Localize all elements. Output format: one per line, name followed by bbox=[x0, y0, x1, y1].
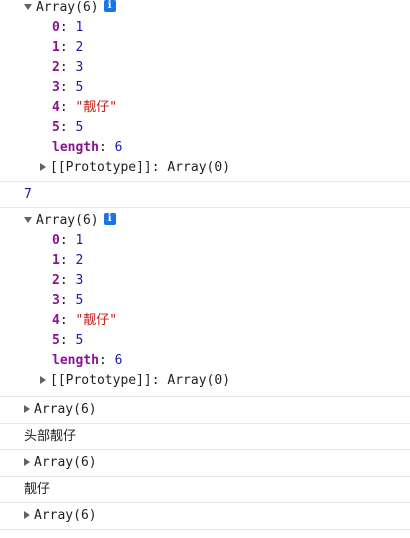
array-collapsed-label: Array(6) bbox=[34, 508, 97, 523]
array-collapsed-label: Array(6) bbox=[34, 402, 97, 417]
console-message-array-collapsed[interactable]: Array(6) bbox=[0, 450, 410, 477]
prototype-value: Array(0) bbox=[167, 160, 231, 175]
prototype-label: [[Prototype]] bbox=[50, 373, 152, 388]
array-item-row: 0: 1 bbox=[52, 233, 84, 248]
array-item-row: 2: 3 bbox=[52, 60, 84, 75]
array-length-value: 6 bbox=[114, 353, 123, 368]
array-item-row: 3: 5 bbox=[52, 80, 84, 95]
console-message-array-expanded: Array(6) i 0: 1 1: 2 2: 3 3: 5 4: "靓仔" 5:… bbox=[0, 0, 410, 182]
array-item-row: 0: 1 bbox=[52, 20, 84, 35]
logged-number: 7 bbox=[24, 187, 32, 202]
array-item-key: 3 bbox=[52, 80, 60, 95]
array-item-row: 2: 3 bbox=[52, 273, 84, 288]
array-item-row: 3: 5 bbox=[52, 293, 84, 308]
array-item-key: 5 bbox=[52, 120, 60, 135]
array-item-value: 5 bbox=[75, 120, 84, 135]
console-message-text: 靓仔 bbox=[0, 477, 410, 503]
logged-text: 头部靓仔 bbox=[24, 429, 77, 444]
array-length-row: length: 6 bbox=[52, 353, 123, 368]
array-item-value: 1 bbox=[75, 20, 84, 35]
array-header-row[interactable]: Array(6) i bbox=[24, 211, 116, 231]
collapse-triangle-icon[interactable] bbox=[24, 216, 32, 223]
prototype-label: [[Prototype]] bbox=[50, 160, 152, 175]
expand-triangle-icon[interactable] bbox=[24, 510, 30, 519]
console-message-number: 7 bbox=[0, 182, 410, 208]
array-item-row: 4: "靓仔" bbox=[52, 313, 118, 328]
array-item-key: 3 bbox=[52, 293, 60, 308]
expand-triangle-icon[interactable] bbox=[40, 375, 46, 384]
array-item-key: 1 bbox=[52, 40, 60, 55]
array-item-value: "靓仔" bbox=[75, 313, 118, 328]
array-item-row: 5: 5 bbox=[52, 120, 84, 135]
array-header-label: Array(6) bbox=[36, 0, 99, 15]
array-length-key: length bbox=[52, 140, 99, 155]
prototype-value: Array(0) bbox=[167, 373, 231, 388]
devtools-console: Array(6) i 0: 1 1: 2 2: 3 3: 5 4: "靓仔" 5:… bbox=[0, 0, 410, 538]
array-item-value: 3 bbox=[75, 273, 84, 288]
console-message-array-expanded: Array(6) i 0: 1 1: 2 2: 3 3: 5 4: "靓仔" 5:… bbox=[0, 208, 410, 397]
array-collapsed-label: Array(6) bbox=[34, 455, 97, 470]
array-item-value: 1 bbox=[75, 233, 84, 248]
array-item-row: 5: 5 bbox=[52, 333, 84, 348]
info-icon[interactable]: i bbox=[103, 212, 116, 225]
expand-triangle-icon[interactable] bbox=[24, 457, 30, 466]
array-item-key: 5 bbox=[52, 333, 60, 348]
array-item-key: 1 bbox=[52, 253, 60, 268]
array-item-key: 4 bbox=[52, 313, 60, 328]
console-message-array-collapsed[interactable]: Array(6) bbox=[0, 503, 410, 530]
array-item-value: 5 bbox=[75, 80, 84, 95]
array-item-value: 5 bbox=[75, 293, 84, 308]
array-item-key: 4 bbox=[52, 100, 60, 115]
array-item-row: 4: "靓仔" bbox=[52, 100, 118, 115]
array-length-row: length: 6 bbox=[52, 140, 123, 155]
array-item-key: 0 bbox=[52, 233, 60, 248]
array-length-key: length bbox=[52, 353, 99, 368]
logged-text: 靓仔 bbox=[24, 482, 51, 497]
array-length-value: 6 bbox=[114, 140, 123, 155]
expand-triangle-icon[interactable] bbox=[24, 404, 30, 413]
expand-triangle-icon[interactable] bbox=[40, 162, 46, 171]
console-message-text: 头部靓仔 bbox=[0, 424, 410, 450]
array-item-key: 2 bbox=[52, 273, 60, 288]
array-item-value: "靓仔" bbox=[75, 100, 118, 115]
array-item-key: 0 bbox=[52, 20, 60, 35]
info-icon[interactable]: i bbox=[103, 0, 116, 12]
array-item-value: 2 bbox=[75, 253, 84, 268]
prototype-row[interactable]: [[Prototype]]: Array(0) bbox=[40, 158, 230, 178]
array-item-row: 1: 2 bbox=[52, 253, 84, 268]
array-item-key: 2 bbox=[52, 60, 60, 75]
prototype-row[interactable]: [[Prototype]]: Array(0) bbox=[40, 371, 230, 391]
array-item-value: 2 bbox=[75, 40, 84, 55]
console-message-array-collapsed[interactable]: Array(6) bbox=[0, 397, 410, 424]
array-header-label: Array(6) bbox=[36, 213, 99, 228]
collapse-triangle-icon[interactable] bbox=[24, 3, 32, 10]
array-header-row[interactable]: Array(6) i bbox=[24, 0, 116, 18]
array-item-value: 5 bbox=[75, 333, 84, 348]
array-item-row: 1: 2 bbox=[52, 40, 84, 55]
array-item-value: 3 bbox=[75, 60, 84, 75]
